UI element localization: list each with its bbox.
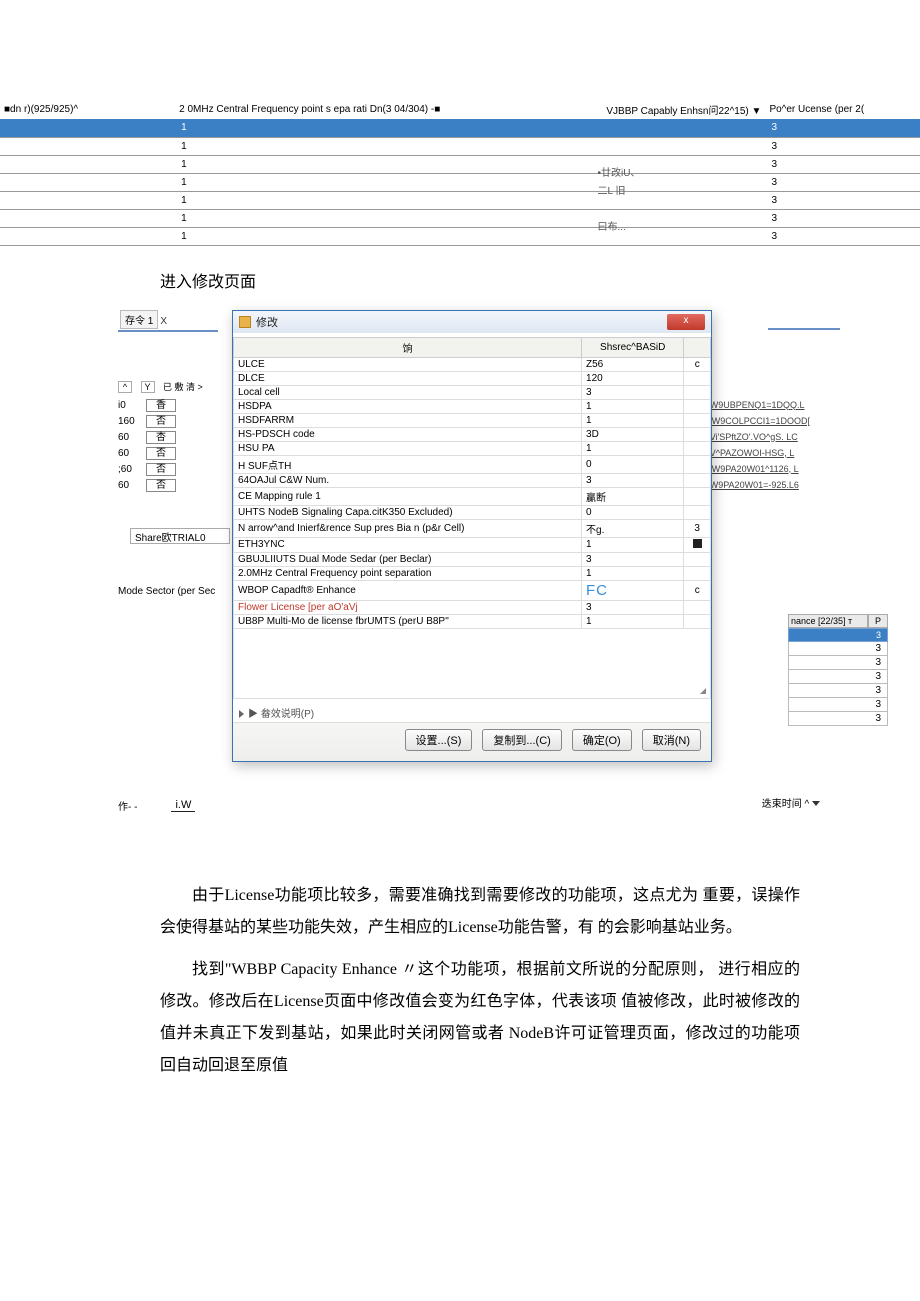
screenshot-region: 存令 1X ^ Y 已 敷 清 > i0香160否60杏60否;60否60否 S… — [0, 310, 920, 860]
dialog-buttons: 设置...(S) 复制到...(C) 确定(O) 取消(N) — [233, 722, 711, 761]
cancel-button[interactable]: 取消(N) — [642, 729, 701, 751]
paragraph-1: 由于License功能项比较多，需要准确找到需要修改的功能项，这点尤为 重要，误… — [160, 880, 800, 944]
dialog-table: 饷 Shsrec^BASiD ULCEZ56cDLCE120Local cell… — [233, 337, 711, 629]
dialog-icon — [239, 316, 251, 328]
top-blue-row: 1 3 — [0, 119, 920, 137]
table-row[interactable]: HS-PDSCH code3D — [234, 427, 711, 441]
end-time-col[interactable]: 迭束时间 ^ — [762, 795, 820, 810]
dlg-col-val: Shsrec^BASiD — [582, 337, 684, 357]
dialog-titlebar[interactable]: 修改 x — [233, 311, 711, 333]
top-h4: Po^er Ucense (per 2( — [765, 100, 920, 119]
table-row: 13 — [0, 137, 920, 155]
close-icon[interactable]: X — [160, 316, 167, 327]
peek-cell: 3 — [788, 698, 888, 712]
right-label-item: 0W9UBPENQ1=1DQQ.L — [705, 400, 810, 416]
right-label-item: QW9PA20W01^1126, L — [705, 464, 810, 480]
peek-cell: 3 — [788, 656, 888, 670]
top-h2: 2 0MHz Central Frequency point s epa rat… — [175, 100, 597, 119]
resize-icon[interactable] — [700, 688, 706, 694]
peek-cell: 3 — [788, 642, 888, 656]
table-row[interactable]: HSU PA1 — [234, 441, 711, 455]
left-tab[interactable]: 存令 1 — [120, 310, 158, 329]
command-input[interactable]: Share欧TRIAL0 — [130, 528, 230, 544]
dlg-col-name: 饷 — [234, 337, 582, 357]
right-label-item: 0W9PA20W01=-925.L6 — [705, 480, 810, 496]
close-button[interactable]: x — [667, 314, 705, 330]
list-item: i0香 — [118, 398, 176, 414]
table-row[interactable]: H SUF点TH0 — [234, 455, 711, 473]
list-item: 160否 — [118, 414, 176, 430]
action-iw[interactable]: i.W — [171, 799, 195, 812]
dialog-title: 修改 — [256, 314, 667, 330]
right-labels: 0W9UBPENQ1=1DQQ.LQW9COLPCCI1=1DOOD[0Vi'S… — [705, 400, 810, 496]
filter-row: ^ Y 已 敷 清 > — [118, 380, 203, 393]
table-row: 13 — [0, 191, 920, 209]
action-row: 作- - i.W — [118, 798, 195, 813]
top-table: ■dn r)(925/925)^ 2 0MHz Central Frequenc… — [0, 100, 920, 246]
table-row[interactable]: DLCE120 — [234, 371, 711, 385]
ok-button[interactable]: 确定(O) — [572, 729, 632, 751]
mode-sector-label: Mode Sector (per Sec — [118, 586, 215, 597]
caption-enter-modify: 进入修改页面 — [160, 268, 920, 292]
modify-dialog: 修改 x 饷 Shsrec^BASiD ULCEZ56cDLCE120Local… — [232, 310, 712, 762]
right-label-item: 0V^PAZOWOI-HSG, L — [705, 448, 810, 464]
small-list: i0香160否60杏60否;60否60否 — [118, 398, 176, 494]
filter-y-icon[interactable]: Y — [141, 381, 155, 393]
set-button[interactable]: 设置...(S) — [405, 729, 473, 751]
peek-hdr-right[interactable]: P — [868, 614, 888, 628]
table-row[interactable]: Local cell3 — [234, 385, 711, 399]
dlg-col-extra — [684, 337, 711, 357]
filter-up-icon[interactable]: ^ — [118, 381, 132, 393]
list-item: 60否 — [118, 478, 176, 494]
right-rule — [768, 328, 840, 330]
action-prefix: 作- - — [118, 798, 137, 813]
peek-cell: 3 — [788, 684, 888, 698]
chevron-down-icon — [812, 801, 820, 806]
table-row[interactable]: 64OAJul C&W Num.3 — [234, 473, 711, 487]
list-item: ;60否 — [118, 462, 176, 478]
table-row[interactable]: N arrow^and Inierf&rence Sup pres Bia n … — [234, 519, 711, 537]
arrow-right-icon — [239, 710, 244, 718]
table-row[interactable]: HSDFARRM1 — [234, 413, 711, 427]
peek-hdr-left[interactable]: nance [22/35] т — [788, 614, 868, 628]
table-row[interactable]: UB8P Multi-Mo de license fbrUMTS (perU B… — [234, 614, 711, 628]
copy-button[interactable]: 复制到...(C) — [482, 729, 561, 751]
peek-cell: 3 — [788, 712, 888, 726]
table-row: 1曰布...3 — [0, 209, 920, 227]
table-row[interactable]: Flower License [per aO'aVj3 — [234, 600, 711, 614]
table-row: 1二L 旧3 — [0, 173, 920, 191]
right-label-item: QW9COLPCCI1=1DOOD[ — [705, 416, 810, 432]
table-row[interactable]: ETH3YNC1 — [234, 537, 711, 552]
top-h1: ■dn r)(925/925)^ — [0, 100, 175, 119]
table-row[interactable]: CE Mapping rule 1贏断 — [234, 487, 711, 505]
table-row[interactable]: UHTS NodeB Signaling Capa.citK350 Exclud… — [234, 505, 711, 519]
peek-blue-row: 3 — [788, 628, 888, 642]
left-rule — [118, 330, 218, 332]
list-item: 60杏 — [118, 430, 176, 446]
peek-cell: 3 — [788, 670, 888, 684]
top-h3[interactable]: VJBBP Capably Enhsn问22^15) ▼ — [597, 100, 765, 119]
table-row[interactable]: ULCEZ56c — [234, 357, 711, 371]
table-row: 13 — [0, 227, 920, 245]
right-peek-table: nance [22/35] т P 3 333333 — [788, 614, 888, 726]
table-row[interactable]: HSDPA1 — [234, 399, 711, 413]
paragraph-2: 找到"WBBP Capacity Enhance 〃这个功能项，根据前文所说的分… — [160, 954, 800, 1082]
table-row[interactable]: GBUJLIIUTS Dual Mode Sedar (per Beclar)3 — [234, 552, 711, 566]
table-row: 1•廿改iU、3 — [0, 155, 920, 173]
dlg-empty-area — [233, 629, 711, 699]
table-row[interactable]: 2.0MHz Central Frequency point separatio… — [234, 566, 711, 580]
list-item: 60否 — [118, 446, 176, 462]
param-desc-toggle[interactable]: ▶ 畚效说明(P) — [233, 699, 711, 722]
filter-label: 已 敷 清 > — [163, 382, 203, 392]
table-row[interactable]: WBOP Capadft® EnhanceFCc — [234, 580, 711, 600]
right-label-item: 0Vi'SPftZO'.VO^gS. LC — [705, 432, 810, 448]
